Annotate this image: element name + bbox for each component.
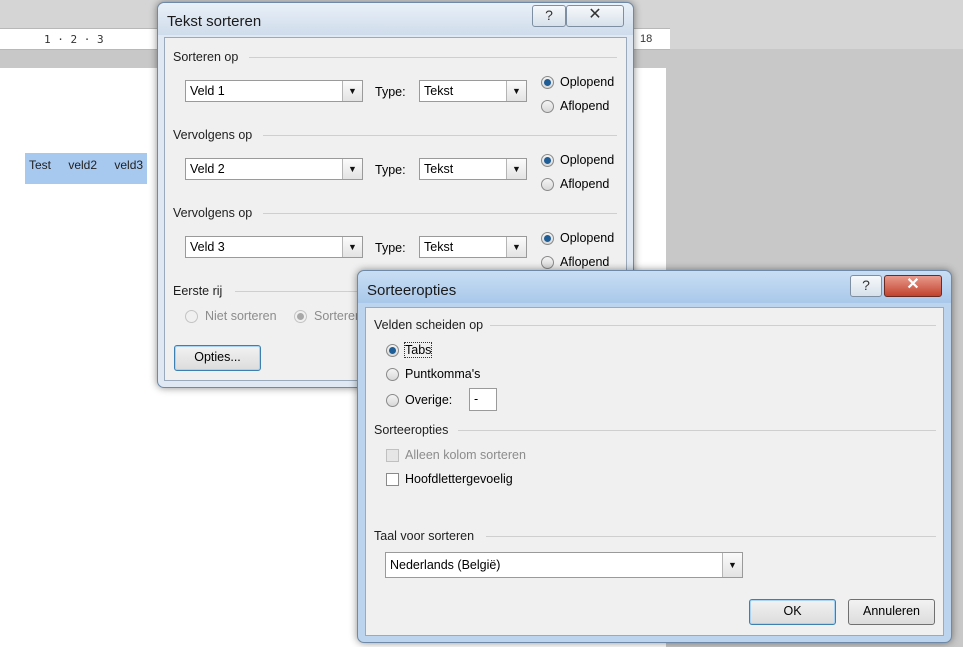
chevron-down-icon[interactable]: ▼ [506, 159, 526, 179]
semicolons-radio[interactable] [386, 368, 399, 381]
then-by-heading-1: Vervolgens op [173, 128, 253, 142]
ruler-ticks: 1 · 2 · 3 [44, 33, 104, 46]
other-label[interactable]: Overige: [405, 393, 452, 407]
options-dialog-body: Velden scheiden op Tabs Puntkomma's Over… [365, 307, 944, 636]
sort-field-2-select[interactable]: Veld 2 ▼ [185, 158, 363, 180]
type-label: Type: [375, 85, 406, 99]
ascending-label-3[interactable]: Oplopend [560, 231, 614, 245]
chevron-down-icon[interactable]: ▼ [722, 553, 742, 577]
descending-label-2[interactable]: Aflopend [560, 177, 609, 191]
descending-radio-1[interactable] [541, 100, 554, 113]
case-sensitive-checkbox[interactable] [386, 473, 399, 486]
other-separator-input[interactable]: - [469, 388, 497, 411]
help-button[interactable]: ? [532, 5, 566, 27]
sort-type-2-select[interactable]: Tekst ▼ [419, 158, 527, 180]
cancel-button-label: Annuleren [863, 604, 920, 618]
first-row-heading: Eerste rij [173, 284, 223, 298]
chevron-down-icon[interactable]: ▼ [342, 237, 362, 257]
divider [490, 325, 936, 326]
ok-button[interactable]: OK [749, 599, 836, 625]
only-column-label[interactable]: Alleen kolom sorteren [405, 448, 526, 462]
sort-type-1-value: Tekst [424, 84, 454, 98]
then-by-heading-2: Vervolgens op [173, 206, 253, 220]
sort-field-3-value: Veld 3 [190, 240, 225, 254]
type-label: Type: [375, 241, 406, 255]
close-button[interactable]: ✕ [884, 275, 942, 297]
sort-dialog-title: Tekst sorteren [167, 13, 262, 30]
ascending-label-2[interactable]: Oplopend [560, 153, 614, 167]
chevron-down-icon[interactable]: ▼ [342, 81, 362, 101]
divider [263, 135, 617, 136]
language-value: Nederlands (België) [390, 558, 501, 572]
sort-radio[interactable] [294, 310, 307, 323]
descending-radio-3[interactable] [541, 256, 554, 269]
sort-options-dialog: Sorteeropties ? ✕ Velden scheiden op Tab… [357, 270, 952, 643]
help-button[interactable]: ? [850, 275, 882, 297]
options-button[interactable]: Opties... [174, 345, 261, 371]
divider [486, 536, 936, 537]
sort-label[interactable]: Sorteren [314, 309, 362, 323]
case-sensitive-label[interactable]: Hoofdlettergevoelig [405, 472, 513, 486]
ascending-radio-3[interactable] [541, 232, 554, 245]
no-sort-label[interactable]: Niet sorteren [205, 309, 277, 323]
close-icon: ✕ [588, 6, 602, 23]
descending-label-1[interactable]: Aflopend [560, 99, 609, 113]
separator-heading: Velden scheiden op [374, 318, 484, 332]
sort-field-1-select[interactable]: Veld 1 ▼ [185, 80, 363, 102]
sort-type-3-value: Tekst [424, 240, 454, 254]
no-sort-radio[interactable] [185, 310, 198, 323]
close-icon: ✕ [906, 276, 920, 293]
sort-type-1-select[interactable]: Tekst ▼ [419, 80, 527, 102]
chevron-down-icon[interactable]: ▼ [506, 81, 526, 101]
ok-button-label: OK [783, 604, 802, 618]
sort-field-1-value: Veld 1 [190, 84, 225, 98]
language-select[interactable]: Nederlands (België) ▼ [385, 552, 743, 578]
sort-field-2-value: Veld 2 [190, 162, 225, 176]
language-heading: Taal voor sorteren [374, 529, 475, 543]
selected-text[interactable]: Test veld2 veld3 [25, 153, 148, 184]
other-separator-value: - [474, 392, 479, 406]
semicolons-label[interactable]: Puntkomma's [405, 367, 480, 381]
chevron-down-icon[interactable]: ▼ [342, 159, 362, 179]
divider [458, 430, 936, 431]
sort-options-heading: Sorteeropties [374, 423, 449, 437]
options-button-label: Opties... [194, 350, 241, 364]
sort-type-3-select[interactable]: Tekst ▼ [419, 236, 527, 258]
chevron-down-icon[interactable]: ▼ [506, 237, 526, 257]
close-button[interactable]: ✕ [566, 5, 624, 27]
ruler-mark-18: 18 [640, 33, 653, 45]
sort-by-heading: Sorteren op [173, 50, 239, 64]
ascending-label-1[interactable]: Oplopend [560, 75, 614, 89]
ascending-radio-2[interactable] [541, 154, 554, 167]
help-icon: ? [545, 7, 553, 23]
options-dialog-title: Sorteeropties [367, 282, 457, 299]
ascending-radio-1[interactable] [541, 76, 554, 89]
other-radio[interactable] [386, 394, 399, 407]
descending-radio-2[interactable] [541, 178, 554, 191]
sort-type-2-value: Tekst [424, 162, 454, 176]
sort-field-3-select[interactable]: Veld 3 ▼ [185, 236, 363, 258]
tabs-label[interactable]: Tabs [403, 342, 433, 358]
only-column-checkbox[interactable] [386, 449, 399, 462]
divider [263, 213, 617, 214]
descending-label-3[interactable]: Aflopend [560, 255, 609, 269]
cancel-button[interactable]: Annuleren [848, 599, 935, 625]
type-label: Type: [375, 163, 406, 177]
help-icon: ? [862, 277, 870, 293]
tabs-radio[interactable] [386, 344, 399, 357]
divider [249, 57, 617, 58]
